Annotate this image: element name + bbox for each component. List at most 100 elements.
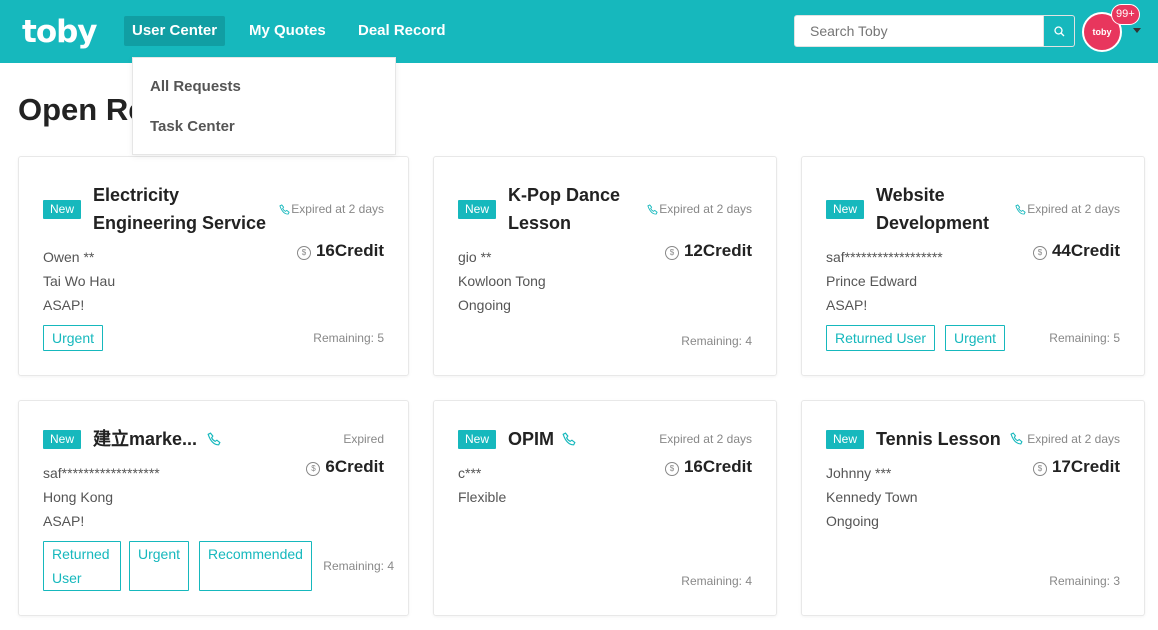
credit-amount: $12Credit (664, 241, 752, 261)
coin-icon: $ (664, 246, 679, 260)
new-badge: New (458, 430, 497, 449)
request-card[interactable]: New OPIM Expired at 2 days $16Credit c**… (433, 400, 777, 616)
phone-icon (647, 204, 658, 215)
page-title: Open Re (18, 92, 146, 127)
credit-text: 17Credit (1051, 457, 1120, 476)
remaining-count: Remaining: 4 (681, 574, 752, 588)
remaining-count: Remaining: 5 (313, 331, 384, 345)
new-badge: New (458, 200, 497, 219)
expire-text: Expired at 2 days (659, 432, 752, 446)
notification-badge: 99+ (1111, 4, 1140, 25)
timing: ASAP! (826, 297, 868, 313)
location: Flexible (458, 489, 507, 505)
request-card[interactable]: New Tennis Lesson Expired at 2 days $17C… (801, 400, 1145, 616)
card-title: K-Pop Dance Lesson (508, 181, 620, 237)
request-card[interactable]: New K-Pop Dance Lesson Expired at 2 days… (433, 156, 777, 376)
coin-icon: $ (664, 462, 679, 476)
card-title-line: Development (876, 213, 990, 233)
new-badge: New (43, 200, 82, 219)
expire-text: Expired at 2 days (1027, 432, 1120, 446)
client-name: saf****************** (43, 465, 160, 481)
credit-text: 16Credit (683, 457, 752, 476)
card-title-line: Electricity (93, 185, 180, 205)
chevron-down-icon[interactable] (1133, 28, 1141, 33)
client-name: c*** (458, 465, 482, 481)
timing: Ongoing (458, 297, 511, 313)
request-card[interactable]: New 建立marke... Expired $6Credit saf*****… (18, 400, 409, 616)
request-card[interactable]: New Website Development Expired at 2 day… (801, 156, 1145, 376)
credit-amount: $6Credit (306, 457, 384, 477)
nav-user-center[interactable]: User Center (124, 16, 226, 46)
expire-text: Expired at 2 days (291, 202, 384, 216)
new-badge: New (826, 430, 865, 449)
timing: ASAP! (43, 297, 85, 313)
user-center-dropdown: All Requests Task Center (132, 57, 396, 155)
credit-amount: $16Credit (296, 241, 384, 261)
expire-info: Expired at 2 days (279, 202, 384, 216)
search-input[interactable] (794, 15, 1044, 47)
coin-icon: $ (1032, 246, 1047, 260)
tag-returned-user: Returned User (826, 325, 936, 351)
card-title-line: Lesson (508, 213, 572, 233)
expire-text: Expired at 2 days (659, 202, 752, 216)
coin-icon: $ (306, 462, 321, 476)
credit-text: 6Credit (325, 457, 384, 476)
tag-urgent: Urgent (129, 541, 190, 591)
client-name: Johnny *** (826, 465, 892, 481)
expire-text: Expired (343, 432, 384, 446)
toby-logo[interactable]: toby (22, 14, 98, 50)
card-title-line: Engineering Service (93, 213, 267, 233)
expire-info: Expired at 2 days (647, 202, 752, 216)
tag-urgent: Urgent (945, 325, 1006, 351)
card-title: Tennis Lesson (876, 429, 1001, 449)
request-card[interactable]: New Electricity Engineering Service Expi… (18, 156, 409, 376)
phone-icon (1015, 204, 1026, 215)
credit-text: 44Credit (1051, 241, 1120, 260)
credit-amount: $17Credit (1032, 457, 1120, 477)
tag-urgent: Urgent (43, 325, 104, 351)
card-title: Website Development (876, 181, 989, 237)
location: Kennedy Town (826, 489, 918, 505)
search-button[interactable] (1044, 15, 1075, 47)
nav-deal-record[interactable]: Deal Record (350, 16, 454, 46)
coin-icon: $ (1032, 462, 1047, 476)
new-badge: New (826, 200, 865, 219)
nav-my-quotes[interactable]: My Quotes (241, 16, 334, 46)
card-title: Electricity Engineering Service (93, 181, 266, 237)
menu-item-task-center[interactable]: Task Center (150, 118, 235, 135)
timing: ASAP! (43, 513, 85, 529)
phone-icon (279, 204, 290, 215)
location: Hong Kong (43, 489, 114, 505)
card-title-line: K-Pop Dance (508, 185, 621, 205)
top-navigation-bar: toby User Center My Quotes Deal Record t… (0, 0, 1158, 63)
remaining-count: Remaining: 3 (1049, 574, 1120, 588)
credit-amount: $44Credit (1032, 241, 1120, 261)
menu-item-all-requests[interactable]: All Requests (150, 78, 241, 95)
expire-info: Expired at 2 days (1010, 432, 1120, 446)
expire-text: Expired at 2 days (1027, 202, 1120, 216)
client-name: gio ** (458, 249, 492, 265)
card-title-line: Website (876, 185, 945, 205)
timing: Ongoing (826, 513, 879, 529)
coin-icon: $ (296, 246, 311, 260)
remaining-count: Remaining: 5 (1049, 331, 1120, 345)
search-icon (1054, 26, 1065, 37)
location: Prince Edward (826, 273, 918, 289)
remaining-count: Remaining: 4 (681, 334, 752, 348)
phone-icon (562, 432, 576, 446)
card-title: 建立marke... (93, 429, 198, 449)
credit-amount: $16Credit (664, 457, 752, 477)
card-title: OPIM (508, 429, 555, 449)
client-name: Owen ** (43, 249, 95, 265)
tag-returned-user: Returned User (43, 541, 121, 591)
phone-icon (207, 432, 221, 446)
tag-recommended: Recommended (199, 541, 312, 591)
phone-icon (1010, 432, 1023, 445)
remaining-count: Remaining: 4 (323, 559, 394, 573)
credit-text: 16Credit (315, 241, 384, 260)
location: Kowloon Tong (458, 273, 546, 289)
location: Tai Wo Hau (43, 273, 116, 289)
expire-info: Expired at 2 days (1015, 202, 1120, 216)
client-name: saf****************** (826, 249, 943, 265)
new-badge: New (43, 430, 82, 449)
